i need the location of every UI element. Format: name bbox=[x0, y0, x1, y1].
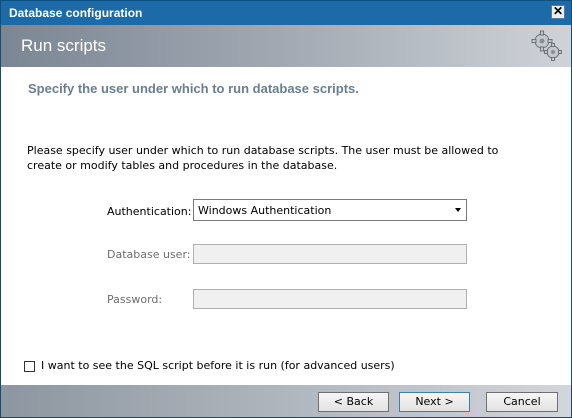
gears-icon bbox=[531, 30, 562, 61]
close-icon: ✕ bbox=[552, 4, 564, 18]
show-sql-checkbox[interactable] bbox=[24, 361, 35, 372]
password-label: Password: bbox=[107, 293, 163, 306]
dialog-window: Database configuration ✕ Run scripts Spe… bbox=[0, 0, 572, 418]
close-button[interactable]: ✕ bbox=[551, 5, 565, 19]
wizard-footer: < Back Next > Cancel bbox=[1, 385, 571, 417]
authentication-value: Windows Authentication bbox=[198, 204, 332, 217]
window-title: Database configuration bbox=[9, 6, 143, 20]
title-bar[interactable]: Database configuration ✕ bbox=[1, 1, 571, 25]
authentication-select[interactable]: Windows Authentication bbox=[193, 199, 467, 221]
database-user-label: Database user: bbox=[107, 248, 191, 261]
show-sql-checkbox-label[interactable]: I want to see the SQL script before it i… bbox=[41, 359, 395, 372]
authentication-label: Authentication: bbox=[107, 205, 192, 218]
description-text: Please specify user under which to run d… bbox=[27, 144, 499, 172]
next-button[interactable]: Next > bbox=[399, 392, 470, 412]
chevron-down-icon bbox=[455, 208, 461, 212]
back-button[interactable]: < Back bbox=[318, 392, 389, 412]
password-input[interactable] bbox=[193, 289, 467, 309]
cancel-button[interactable]: Cancel bbox=[486, 392, 558, 412]
page-title: Run scripts bbox=[21, 36, 107, 55]
wizard-header: Run scripts bbox=[1, 25, 571, 67]
database-user-input[interactable] bbox=[193, 244, 467, 264]
section-subtitle: Specify the user under which to run data… bbox=[28, 81, 359, 96]
